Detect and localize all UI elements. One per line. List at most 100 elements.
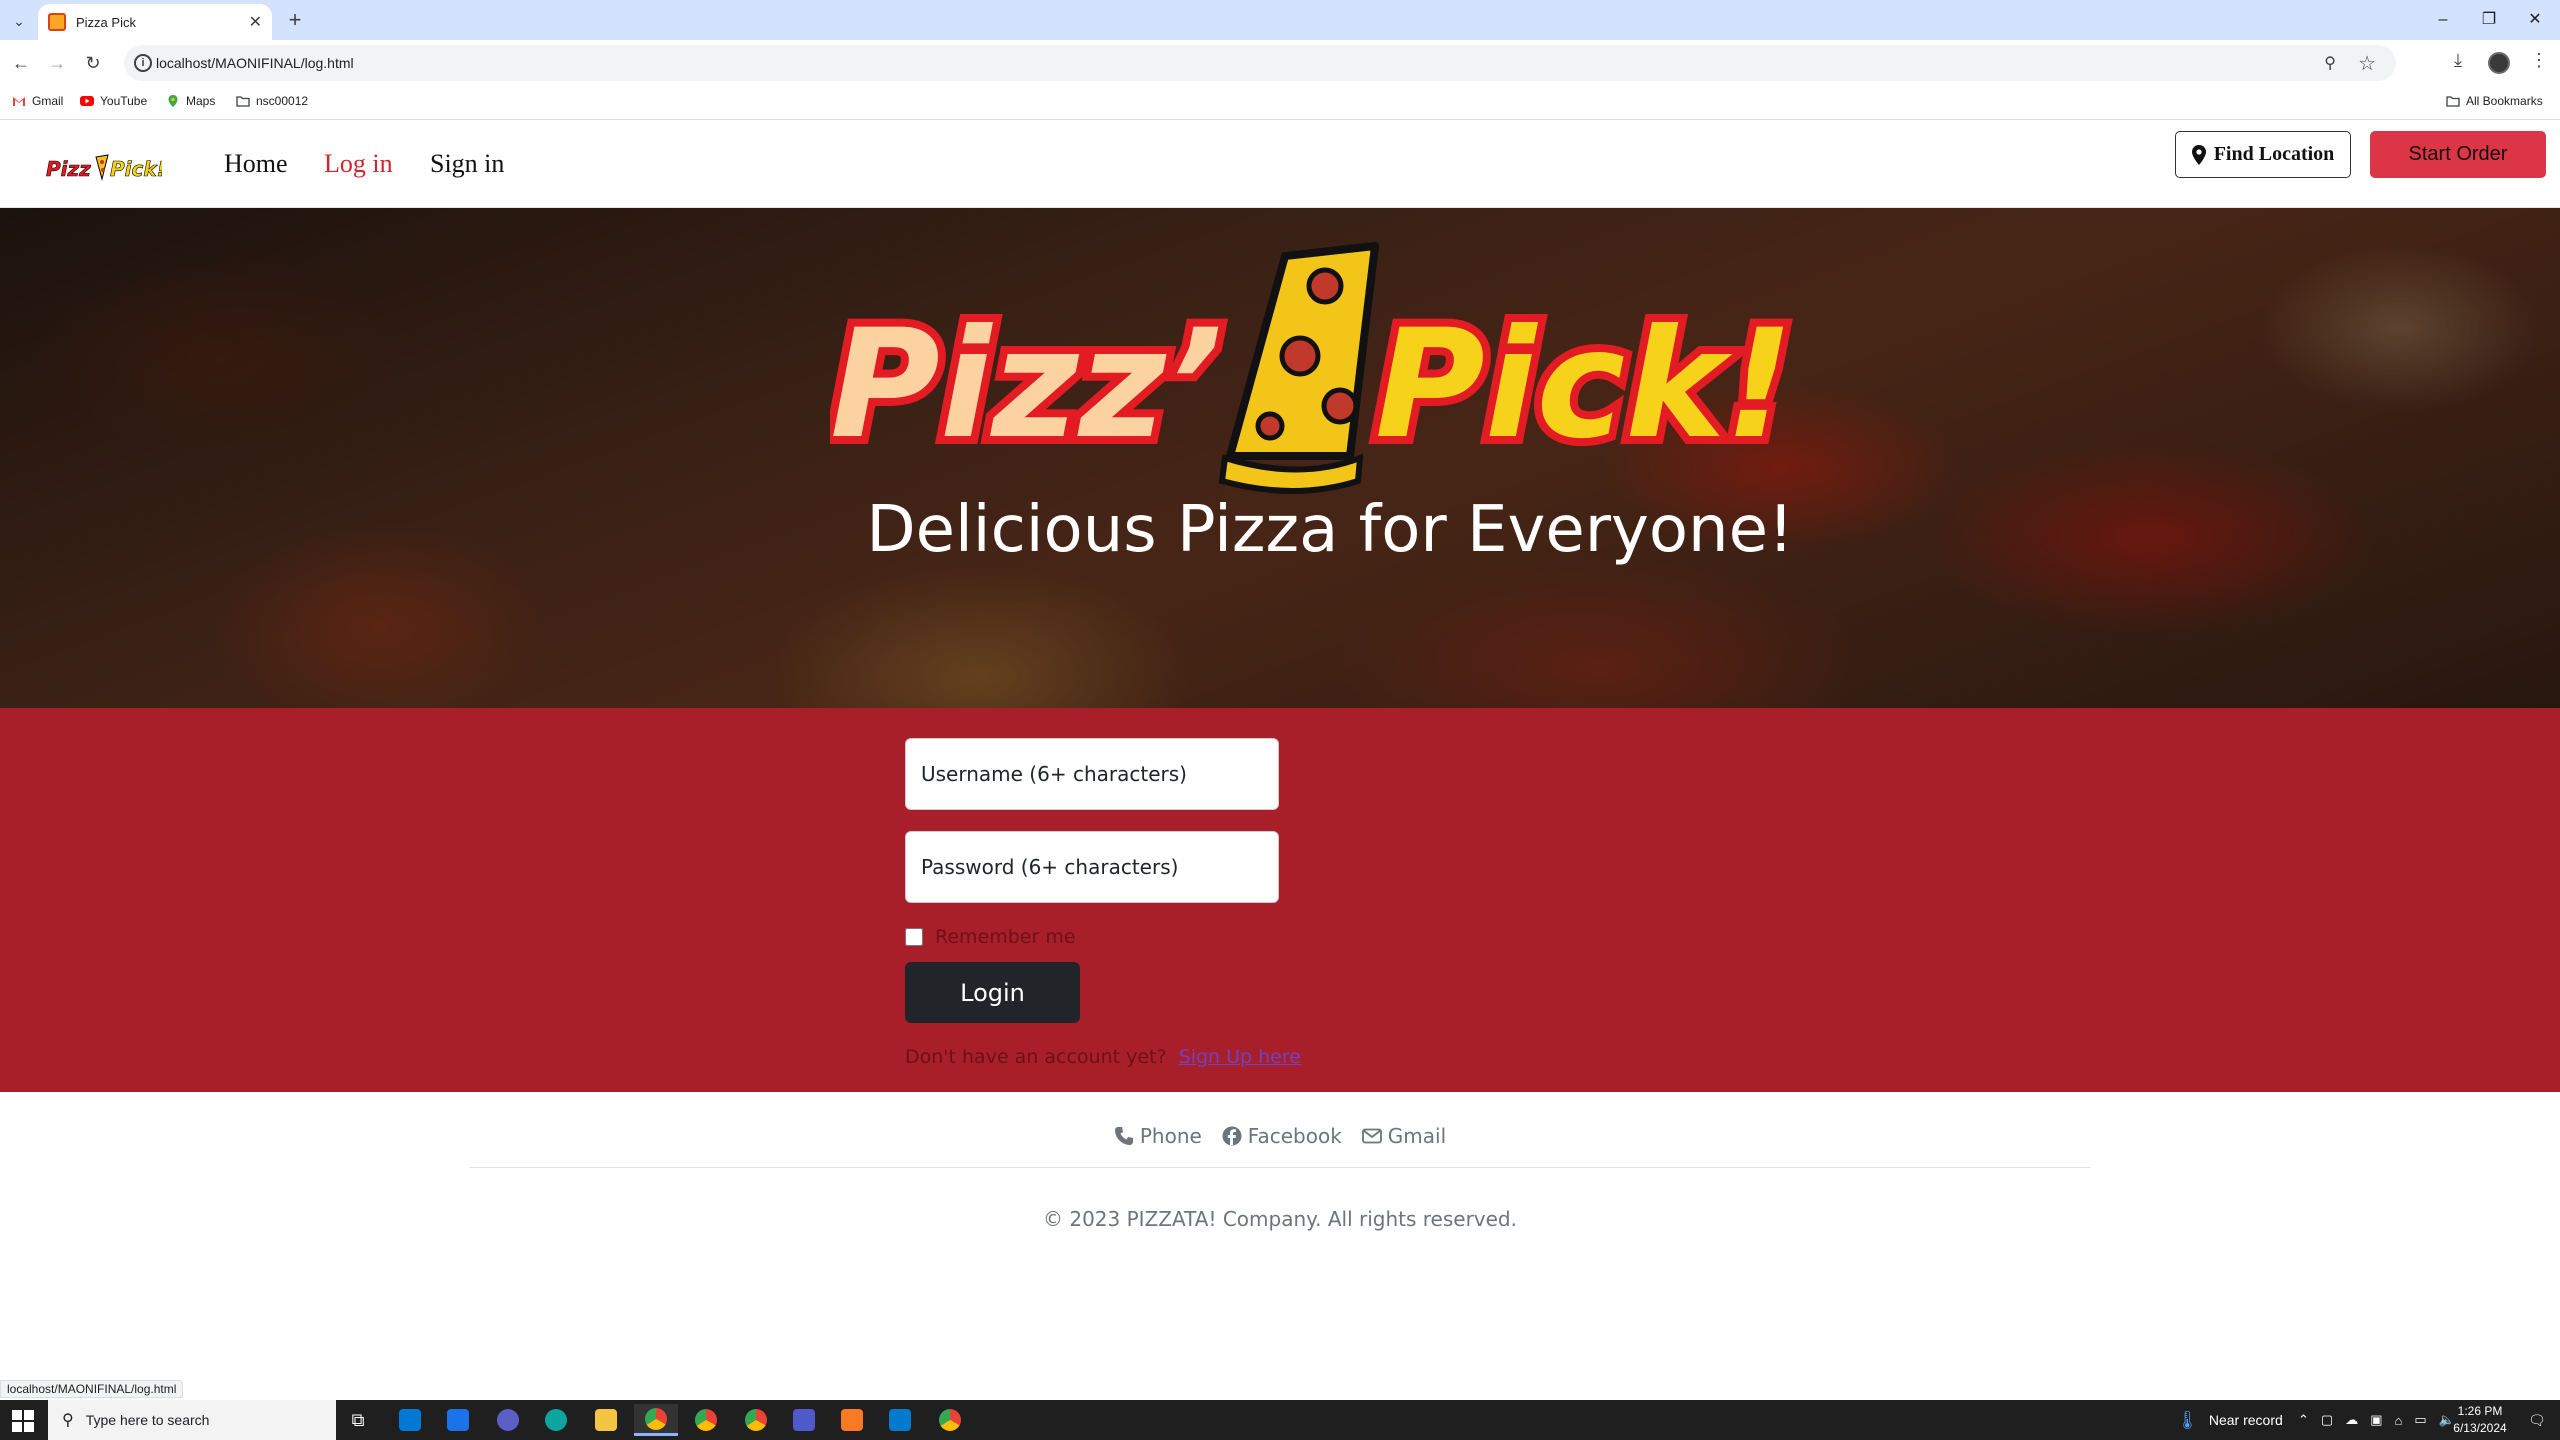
footer-divider	[470, 1167, 2090, 1168]
taskbar-clock[interactable]: 1:26 PM 6/13/2024	[2440, 1403, 2520, 1437]
pizza-pick-logo[interactable]: Pizz Pick!	[44, 149, 162, 185]
vscode-app-icon[interactable]	[878, 1404, 922, 1436]
envelope-icon	[1361, 1128, 1382, 1144]
download-icon[interactable]: ⤓	[2454, 50, 2462, 71]
login-section: Remember me Login Don't have an account …	[0, 708, 2560, 1092]
hero-tagline: Delicious Pizza for Everyone!	[866, 493, 1794, 567]
pizza-favicon-icon	[48, 13, 66, 31]
teams-app-icon[interactable]	[782, 1404, 826, 1436]
display-icon[interactable]: ▣	[2370, 1412, 2382, 1428]
find-location-label: Find Location	[2213, 143, 2335, 165]
find-location-button[interactable]: Find Location	[2175, 131, 2351, 178]
cloud-icon[interactable]: ☁	[2345, 1412, 2358, 1428]
svg-text:Pick!: Pick!	[1375, 298, 1793, 472]
signup-link[interactable]: Sign Up here	[1179, 1046, 1301, 1068]
footer-link-label: Facebook	[1247, 1124, 1342, 1148]
footer-link-label: Gmail	[1387, 1124, 1447, 1148]
youtube-icon	[80, 96, 94, 106]
all-bookmarks-label: All Bookmarks	[2466, 94, 2543, 108]
bookmark-star-icon[interactable]: ☆	[2358, 51, 2376, 76]
media-app-icon[interactable]	[486, 1404, 530, 1436]
bookmark-maps[interactable]: Maps	[166, 94, 215, 108]
xampp-app-icon[interactable]	[830, 1404, 874, 1436]
mail-app-icon[interactable]	[436, 1404, 480, 1436]
phone-icon	[1114, 1127, 1133, 1145]
tab-close-icon[interactable]: ✕	[249, 12, 262, 32]
windows-start-icon[interactable]	[12, 1410, 34, 1432]
notifications-icon[interactable]: 🗨	[2528, 1400, 2546, 1440]
bookmark-label: YouTube	[100, 94, 148, 108]
back-arrow-icon[interactable]: ←	[8, 50, 34, 76]
system-tray: ⌃ ▢ ☁ ▣ ⌂ ▭ 🔈	[2298, 1400, 2455, 1440]
file-explorer-icon[interactable]	[584, 1404, 628, 1436]
task-view-icon[interactable]: ⧉	[336, 1404, 380, 1436]
link-status-bubble: localhost/MAONIFINAL/log.html	[0, 1380, 184, 1398]
thermometer-icon: 🌡	[2176, 1409, 2199, 1430]
password-field[interactable]	[905, 831, 1279, 903]
login-button[interactable]: Login	[905, 962, 1080, 1023]
signup-prompt: Don't have an account yet? Sign Up here	[905, 1046, 1301, 1068]
profile-avatar[interactable]	[2488, 52, 2510, 74]
minimize-icon[interactable]: –	[2420, 6, 2466, 34]
bookmark-folder[interactable]: nsc00012	[236, 94, 308, 108]
meet-icon[interactable]: ▢	[2321, 1412, 2333, 1428]
network-icon[interactable]: ⌂	[2395, 1413, 2403, 1428]
remember-me-checkbox[interactable]	[905, 928, 923, 946]
chrome-icon[interactable]	[684, 1404, 728, 1436]
edge-browser-icon[interactable]	[534, 1404, 578, 1436]
footer-phone-link[interactable]: Phone	[1114, 1124, 1202, 1148]
reload-icon[interactable]: ↻	[80, 50, 106, 76]
folder-icon	[2446, 96, 2460, 107]
tab-search-chevron-icon[interactable]: ⌄	[6, 8, 32, 34]
weather-text: Near record	[2208, 1412, 2283, 1428]
bookmark-youtube[interactable]: YouTube	[80, 94, 147, 108]
start-order-button[interactable]: Start Order	[2370, 131, 2546, 178]
new-tab-plus-icon[interactable]: +	[282, 8, 308, 34]
browser-tab-bar: ⌄ Pizza Pick ✕ + – ❐ ✕	[0, 0, 2560, 40]
nav-login[interactable]: Log in	[324, 149, 393, 179]
footer-links: Phone Facebook Gmail	[0, 1124, 2560, 1148]
footer-facebook-link[interactable]: Facebook	[1222, 1124, 1342, 1148]
tab-title: Pizza Pick	[76, 14, 136, 30]
chrome-extra-icon[interactable]	[928, 1404, 972, 1436]
store-app-icon[interactable]	[388, 1404, 432, 1436]
zoom-magnifier-icon[interactable]: ⚲	[2324, 53, 2336, 73]
pizza-slice-icon	[1218, 242, 1379, 494]
more-menu-icon[interactable]: ⋮	[2530, 50, 2548, 71]
window-close-icon[interactable]: ✕	[2512, 6, 2558, 34]
search-icon: ⚲	[62, 1412, 74, 1429]
windows-taskbar: ⚲ Type here to search ⧉ 🌡 Near record ⌃ …	[0, 1400, 2560, 1440]
browser-tab[interactable]: Pizza Pick ✕	[38, 4, 272, 40]
gmail-icon	[13, 97, 25, 106]
battery-icon[interactable]: ▭	[2414, 1412, 2426, 1428]
bookmark-label: nsc00012	[256, 94, 309, 108]
address-url[interactable]: localhost/MAONIFINAL/log.html	[156, 55, 354, 71]
chrome-profile-icon[interactable]	[734, 1404, 778, 1436]
bookmark-label: Maps	[186, 94, 216, 108]
chevron-up-icon[interactable]: ⌃	[2298, 1412, 2309, 1428]
bookmark-label: Gmail	[32, 94, 64, 108]
folder-icon	[236, 96, 250, 107]
nav-home[interactable]: Home	[224, 149, 288, 179]
all-bookmarks[interactable]: All Bookmarks	[2446, 94, 2543, 108]
footer-link-label: Phone	[1139, 1124, 1202, 1148]
svg-text:Pizz’: Pizz’	[830, 298, 1223, 472]
username-field[interactable]	[905, 738, 1279, 810]
svg-text:Pick!: Pick!	[110, 157, 162, 181]
forward-arrow-icon[interactable]: →	[44, 50, 70, 76]
weather-widget[interactable]: 🌡 Near record	[2176, 1400, 2283, 1440]
svg-text:Pizz: Pizz	[46, 157, 91, 181]
footer-gmail-link[interactable]: Gmail	[1361, 1124, 1447, 1148]
clock-time: 1:26 PM	[2457, 1404, 2503, 1418]
bookmark-gmail[interactable]: Gmail	[12, 94, 63, 108]
taskbar-search-placeholder: Type here to search	[85, 1412, 210, 1428]
taskbar-search-box[interactable]: ⚲ Type here to search	[48, 1400, 336, 1440]
bookmarks-bar: Gmail YouTube Maps nsc00012 All Bookmark…	[0, 86, 2560, 120]
nav-signin[interactable]: Sign in	[430, 149, 504, 179]
remember-me-row: Remember me	[905, 926, 1076, 948]
restore-icon[interactable]: ❐	[2466, 6, 2512, 34]
map-pin-icon	[2191, 144, 2206, 165]
address-bar[interactable]: i localhost/MAONIFINAL/log.html ⚲ ☆	[124, 45, 2396, 81]
chrome-active-icon[interactable]	[634, 1404, 678, 1436]
site-info-icon[interactable]: i	[134, 54, 152, 72]
